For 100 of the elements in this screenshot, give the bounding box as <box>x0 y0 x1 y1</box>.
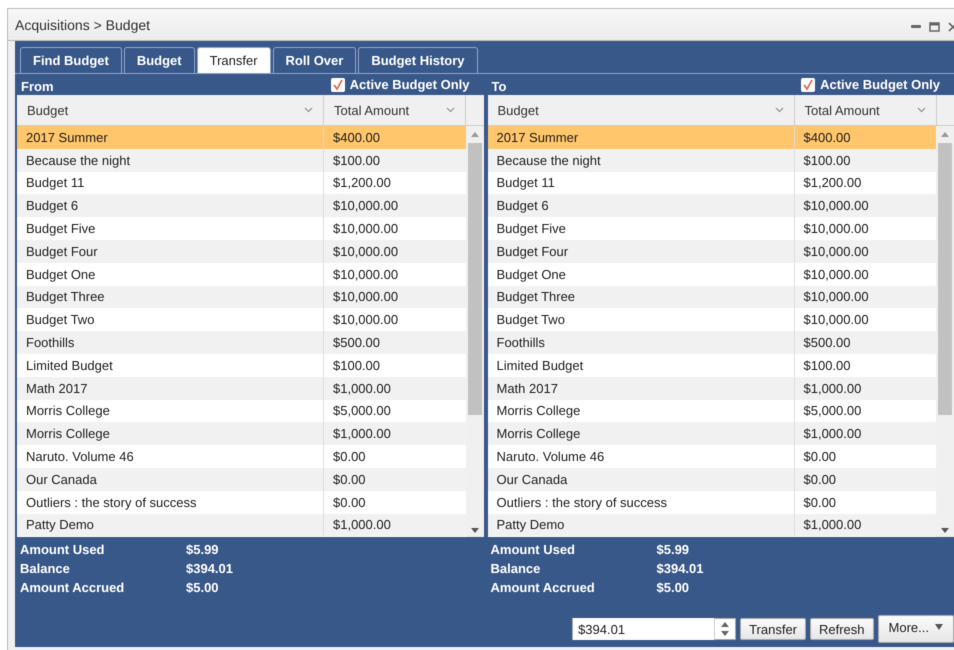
table-cell-text: $0.00 <box>802 494 838 510</box>
column-header[interactable]: Budget <box>488 95 794 125</box>
scrollbar[interactable] <box>936 126 954 537</box>
maximize-icon[interactable] <box>929 22 940 32</box>
summary-label: Balance <box>490 561 542 576</box>
table-cell-text: $10,000.00 <box>332 198 400 214</box>
scrollbar-thumb[interactable] <box>468 143 482 415</box>
table-cell-text: $10,000.00 <box>802 312 870 328</box>
table-row[interactable]: Our Canada $0.00 <box>17 468 466 491</box>
table-cell-text: $10,000.00 <box>332 221 400 236</box>
tab[interactable]: Find Budget <box>20 47 122 73</box>
table-row[interactable]: Budget Four $10,000.00 <box>488 240 936 263</box>
column-header[interactable]: Total Amount <box>324 95 466 125</box>
table-row[interactable]: 2017 Summer $400.00 <box>488 126 936 149</box>
table-cell-text: $10,000.00 <box>802 198 870 214</box>
table-row[interactable]: Foothills $500.00 <box>488 331 936 354</box>
summary-label: Amount Used <box>20 542 106 557</box>
table-cell-text: $1,000.00 <box>802 426 862 442</box>
spinner-icon[interactable] <box>720 621 730 637</box>
table-row[interactable]: Patty Demo $1,000.00 <box>488 514 936 536</box>
table-cell-text: $10,000.00 <box>332 289 400 304</box>
table-cell-text: $0.00 <box>332 449 367 464</box>
table-cell-text: $100.00 <box>332 152 381 168</box>
table-row[interactable]: Morris College $5,000.00 <box>17 400 466 422</box>
scrollbar-thumb[interactable] <box>938 143 952 415</box>
tab[interactable]: Roll Over <box>272 47 356 73</box>
table-row[interactable]: Morris College $1,000.00 <box>17 422 466 446</box>
table-cell: Patty Demo <box>17 514 324 536</box>
column-header[interactable]: Budget <box>17 95 324 125</box>
summary-label: Amount Accrued <box>20 580 126 595</box>
summary-label: Balance <box>20 561 71 576</box>
table-cell-text: $100.00 <box>802 358 852 373</box>
scroll-down-icon[interactable] <box>470 528 478 533</box>
summary-value: $394.01 <box>656 561 704 576</box>
table-cell-text: $1,200.00 <box>802 175 862 190</box>
table-row[interactable]: Budget 6 $10,000.00 <box>488 194 936 218</box>
table-cell-text: $1,000.00 <box>332 517 392 532</box>
table-row[interactable]: Because the night $100.00 <box>488 148 936 172</box>
table-cell-text: $10,000.00 <box>802 266 870 282</box>
table-row[interactable]: Budget Three $10,000.00 <box>488 286 936 308</box>
table-cell-text: $1,000.00 <box>802 517 862 532</box>
table-cell-text: $5,000.00 <box>332 403 392 418</box>
table-cell-text: $10,000.00 <box>332 266 400 282</box>
checkbox[interactable] <box>801 78 816 92</box>
table-cell-text: $10,000.00 <box>802 221 870 236</box>
active-budget-checkbox[interactable]: Active Budget Only <box>330 77 470 92</box>
table-row[interactable]: 2017 Summer $400.00 <box>17 126 466 149</box>
action-button[interactable]: Transfer <box>740 618 806 640</box>
table-cell-text: $0.00 <box>332 494 367 510</box>
table-cell-text: $500.00 <box>332 335 381 350</box>
summary-value: $5.99 <box>186 542 219 557</box>
close-icon[interactable] <box>948 22 954 32</box>
tab[interactable]: Budget History <box>358 47 478 73</box>
summary-label: Amount Accrued <box>490 580 596 595</box>
table-cell-text: $5,000.00 <box>802 403 862 418</box>
table-cell-text: $1,000.00 <box>802 380 862 396</box>
amount-field[interactable]: $394.01 <box>572 618 736 640</box>
minimize-icon[interactable] <box>911 24 921 28</box>
tab[interactable]: Budget <box>124 47 195 73</box>
chevron-down-icon <box>774 107 784 113</box>
table-row[interactable]: Morris College $5,000.00 <box>488 400 936 422</box>
summary-value: $5.00 <box>186 580 219 595</box>
table-row[interactable]: Our Canada $0.00 <box>488 468 936 491</box>
pane-title: To <box>490 79 506 95</box>
chevron-down-icon <box>304 107 313 113</box>
scrollbar[interactable] <box>466 126 484 537</box>
table-row[interactable]: Budget 11 $1,200.00 <box>17 172 466 194</box>
summary-value: $5.99 <box>656 542 690 557</box>
chevron-down-icon <box>446 107 455 113</box>
active-budget-checkbox[interactable]: Active Budget Only <box>801 77 940 92</box>
summary-label: Amount Used <box>490 542 576 557</box>
table-cell-text: $0.00 <box>332 472 367 487</box>
table-cell-text: $1,000.00 <box>332 380 392 396</box>
table-cell-text: $10,000.00 <box>332 312 400 328</box>
more-button[interactable]: More... <box>878 615 954 643</box>
chevron-down-icon <box>916 107 926 113</box>
table-row[interactable]: Math 2017 $1,000.00 <box>17 376 466 400</box>
table-cell-text: $1,000.00 <box>332 426 392 442</box>
table-cell-text: $1,200.00 <box>332 175 392 190</box>
summary-value: $5.00 <box>656 580 690 595</box>
tab[interactable]: Transfer <box>196 47 271 73</box>
column-header[interactable]: Total Amount <box>794 95 936 125</box>
summary-value: $394.01 <box>186 561 233 576</box>
table-row[interactable]: Math 2017 $1,000.00 <box>488 376 936 400</box>
table-row[interactable]: Budget 11 $1,200.00 <box>488 172 936 194</box>
scroll-down-icon[interactable] <box>941 528 949 533</box>
table-row[interactable]: Because the night $100.00 <box>17 148 466 172</box>
table-row[interactable]: Patty Demo $1,000.00 <box>17 514 466 536</box>
checkbox[interactable] <box>330 78 345 92</box>
caret-icon <box>935 624 943 630</box>
window-title: Acquisitions > Budget <box>15 16 150 32</box>
table-row[interactable]: Budget Four $10,000.00 <box>17 240 466 263</box>
table-cell-text: $500.00 <box>802 335 852 350</box>
table-row[interactable]: Foothills $500.00 <box>17 331 466 354</box>
table-row[interactable]: Budget 6 $10,000.00 <box>17 194 466 218</box>
table-cell-text: $100.00 <box>802 152 852 168</box>
table-row[interactable]: Budget Three $10,000.00 <box>17 286 466 308</box>
table-cell-text: $400.00 <box>802 130 852 145</box>
table-row[interactable]: Morris College $1,000.00 <box>488 422 936 446</box>
action-button[interactable]: Refresh <box>810 618 874 640</box>
